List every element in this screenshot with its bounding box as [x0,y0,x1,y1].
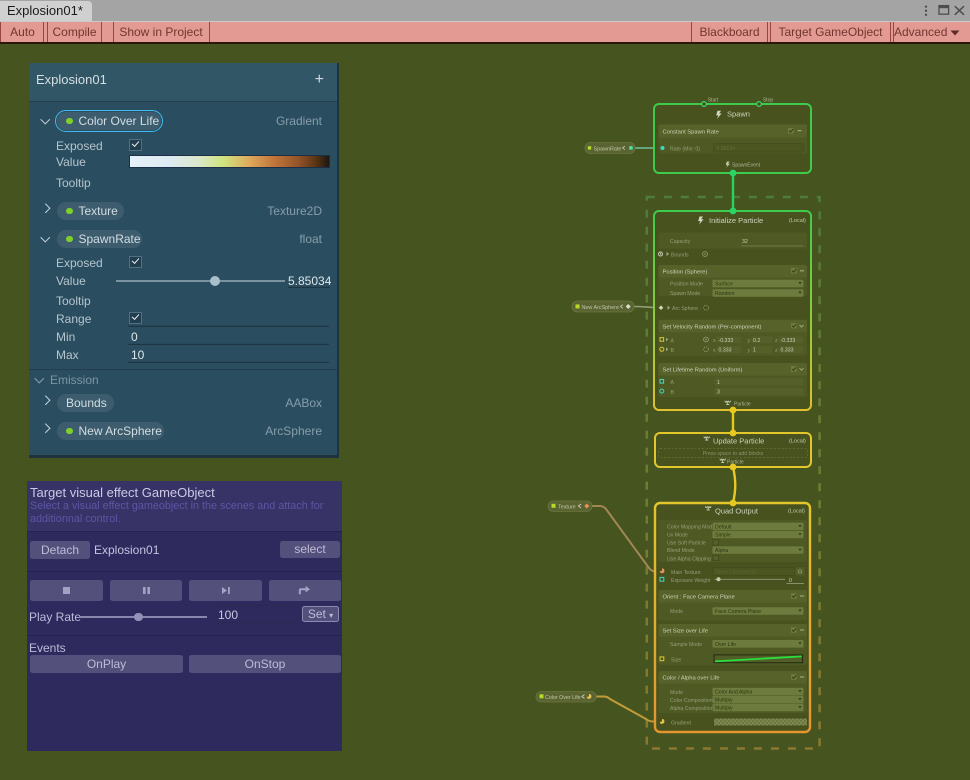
svg-text:SpawnRate: SpawnRate [594,147,622,153]
svg-text:Exposure Weight: Exposure Weight [671,578,711,584]
svg-text:0.333: 0.333 [781,348,794,354]
svg-text:Use Alpha Clipping: Use Alpha Clipping [667,556,711,562]
svg-text:Alpha: Alpha [715,548,728,554]
svg-text:Update Particle: Update Particle [713,437,764,446]
svg-text:z: z [775,338,778,344]
svg-text:-0.333: -0.333 [781,338,796,344]
svg-text:3: 3 [717,390,720,396]
svg-text:Mode: Mode [670,609,683,615]
svg-text:B: B [671,390,675,396]
svg-text:Multiply: Multiply [715,706,733,712]
svg-text:z: z [775,348,778,354]
svg-text:Size: Size [671,657,681,663]
svg-text:Default: Default [715,524,732,530]
svg-text:Over Life: Over Life [715,642,736,648]
svg-text:Use Soft Particle: Use Soft Particle [667,541,706,547]
svg-text:y: y [748,338,751,344]
svg-text:None (Texture2D): None (Texture2D) [716,569,757,575]
svg-text:y: y [748,348,751,354]
svg-text:A: A [671,380,675,386]
svg-text:Main Texture: Main Texture [671,570,701,576]
svg-text:Particle: Particle [727,460,744,466]
svg-text:Set Lifetime Random (Uniform): Set Lifetime Random (Uniform) [663,368,743,374]
svg-text:1: 1 [717,380,720,386]
svg-text:Uv Mode: Uv Mode [667,533,688,539]
svg-text:Color And Alpha: Color And Alpha [715,690,752,696]
svg-text:0.2: 0.2 [753,338,760,344]
svg-text:Alpha Composition: Alpha Composition [670,706,714,712]
svg-text:Quad Output: Quad Output [715,507,759,516]
svg-text:Blend Mode: Blend Mode [667,548,695,554]
svg-text:Spawn Mode: Spawn Mode [670,291,700,297]
svg-text:B: B [671,348,675,354]
svg-text:Simple: Simple [715,533,731,539]
svg-text:(Local): (Local) [788,509,805,515]
svg-text:New ArcSphere: New ArcSphere [582,305,619,311]
svg-text:x: x [713,338,716,344]
svg-text:Color Composition: Color Composition [670,698,713,704]
svg-text:5.85034: 5.85034 [717,146,736,152]
svg-text:Surface: Surface [715,282,733,288]
svg-text:0: 0 [789,578,792,584]
svg-text:A: A [671,338,675,344]
svg-text:1: 1 [753,348,756,354]
svg-text:Color Mapping Mod: Color Mapping Mod [667,525,712,531]
svg-text:Texture: Texture [558,505,576,511]
svg-text:SpawnEvent: SpawnEvent [732,163,761,169]
svg-text:Orient : Face Camera Plane: Orient : Face Camera Plane [663,595,735,601]
svg-text:Face Camera Plane: Face Camera Plane [715,609,761,615]
svg-text:Set Velocity Random (Per-compo: Set Velocity Random (Per-component) [663,325,762,331]
svg-text:Start: Start [708,98,719,104]
svg-text:Rate (Min: 0): Rate (Min: 0) [670,146,700,152]
svg-text:Color Over Life: Color Over Life [545,695,581,701]
svg-text:Stop: Stop [763,98,774,104]
svg-text:Bounds: Bounds [671,253,689,259]
svg-text:Gradient: Gradient [671,720,691,726]
svg-text:Arc Sphere: Arc Sphere [672,306,698,312]
svg-text:Particle: Particle [734,402,751,408]
svg-text:Mode: Mode [670,690,683,696]
svg-text:(Local): (Local) [789,218,806,224]
svg-text:-0.333: -0.333 [719,338,734,344]
svg-text:Set Size over Life: Set Size over Life [663,629,708,635]
svg-text:Random: Random [715,291,735,297]
svg-text:Capacity: Capacity [670,239,691,245]
svg-text:(Local): (Local) [789,439,806,445]
svg-text:x: x [713,348,716,354]
svg-text:Constant Spawn Rate: Constant Spawn Rate [663,130,719,136]
svg-text:Spawn: Spawn [727,110,750,119]
svg-text:32: 32 [742,239,748,245]
svg-text:0.333: 0.333 [719,348,732,354]
svg-text:Color / Alpha over Life: Color / Alpha over Life [663,676,720,682]
svg-text:Position Mode: Position Mode [670,281,703,287]
svg-text:Press space to add blocks: Press space to add blocks [703,451,764,457]
svg-text:Initialize Particle: Initialize Particle [709,216,763,225]
svg-text:Sample Mode: Sample Mode [670,642,702,648]
svg-text:Position (Sphere): Position (Sphere) [663,270,708,276]
svg-text:Multiply: Multiply [715,698,733,704]
